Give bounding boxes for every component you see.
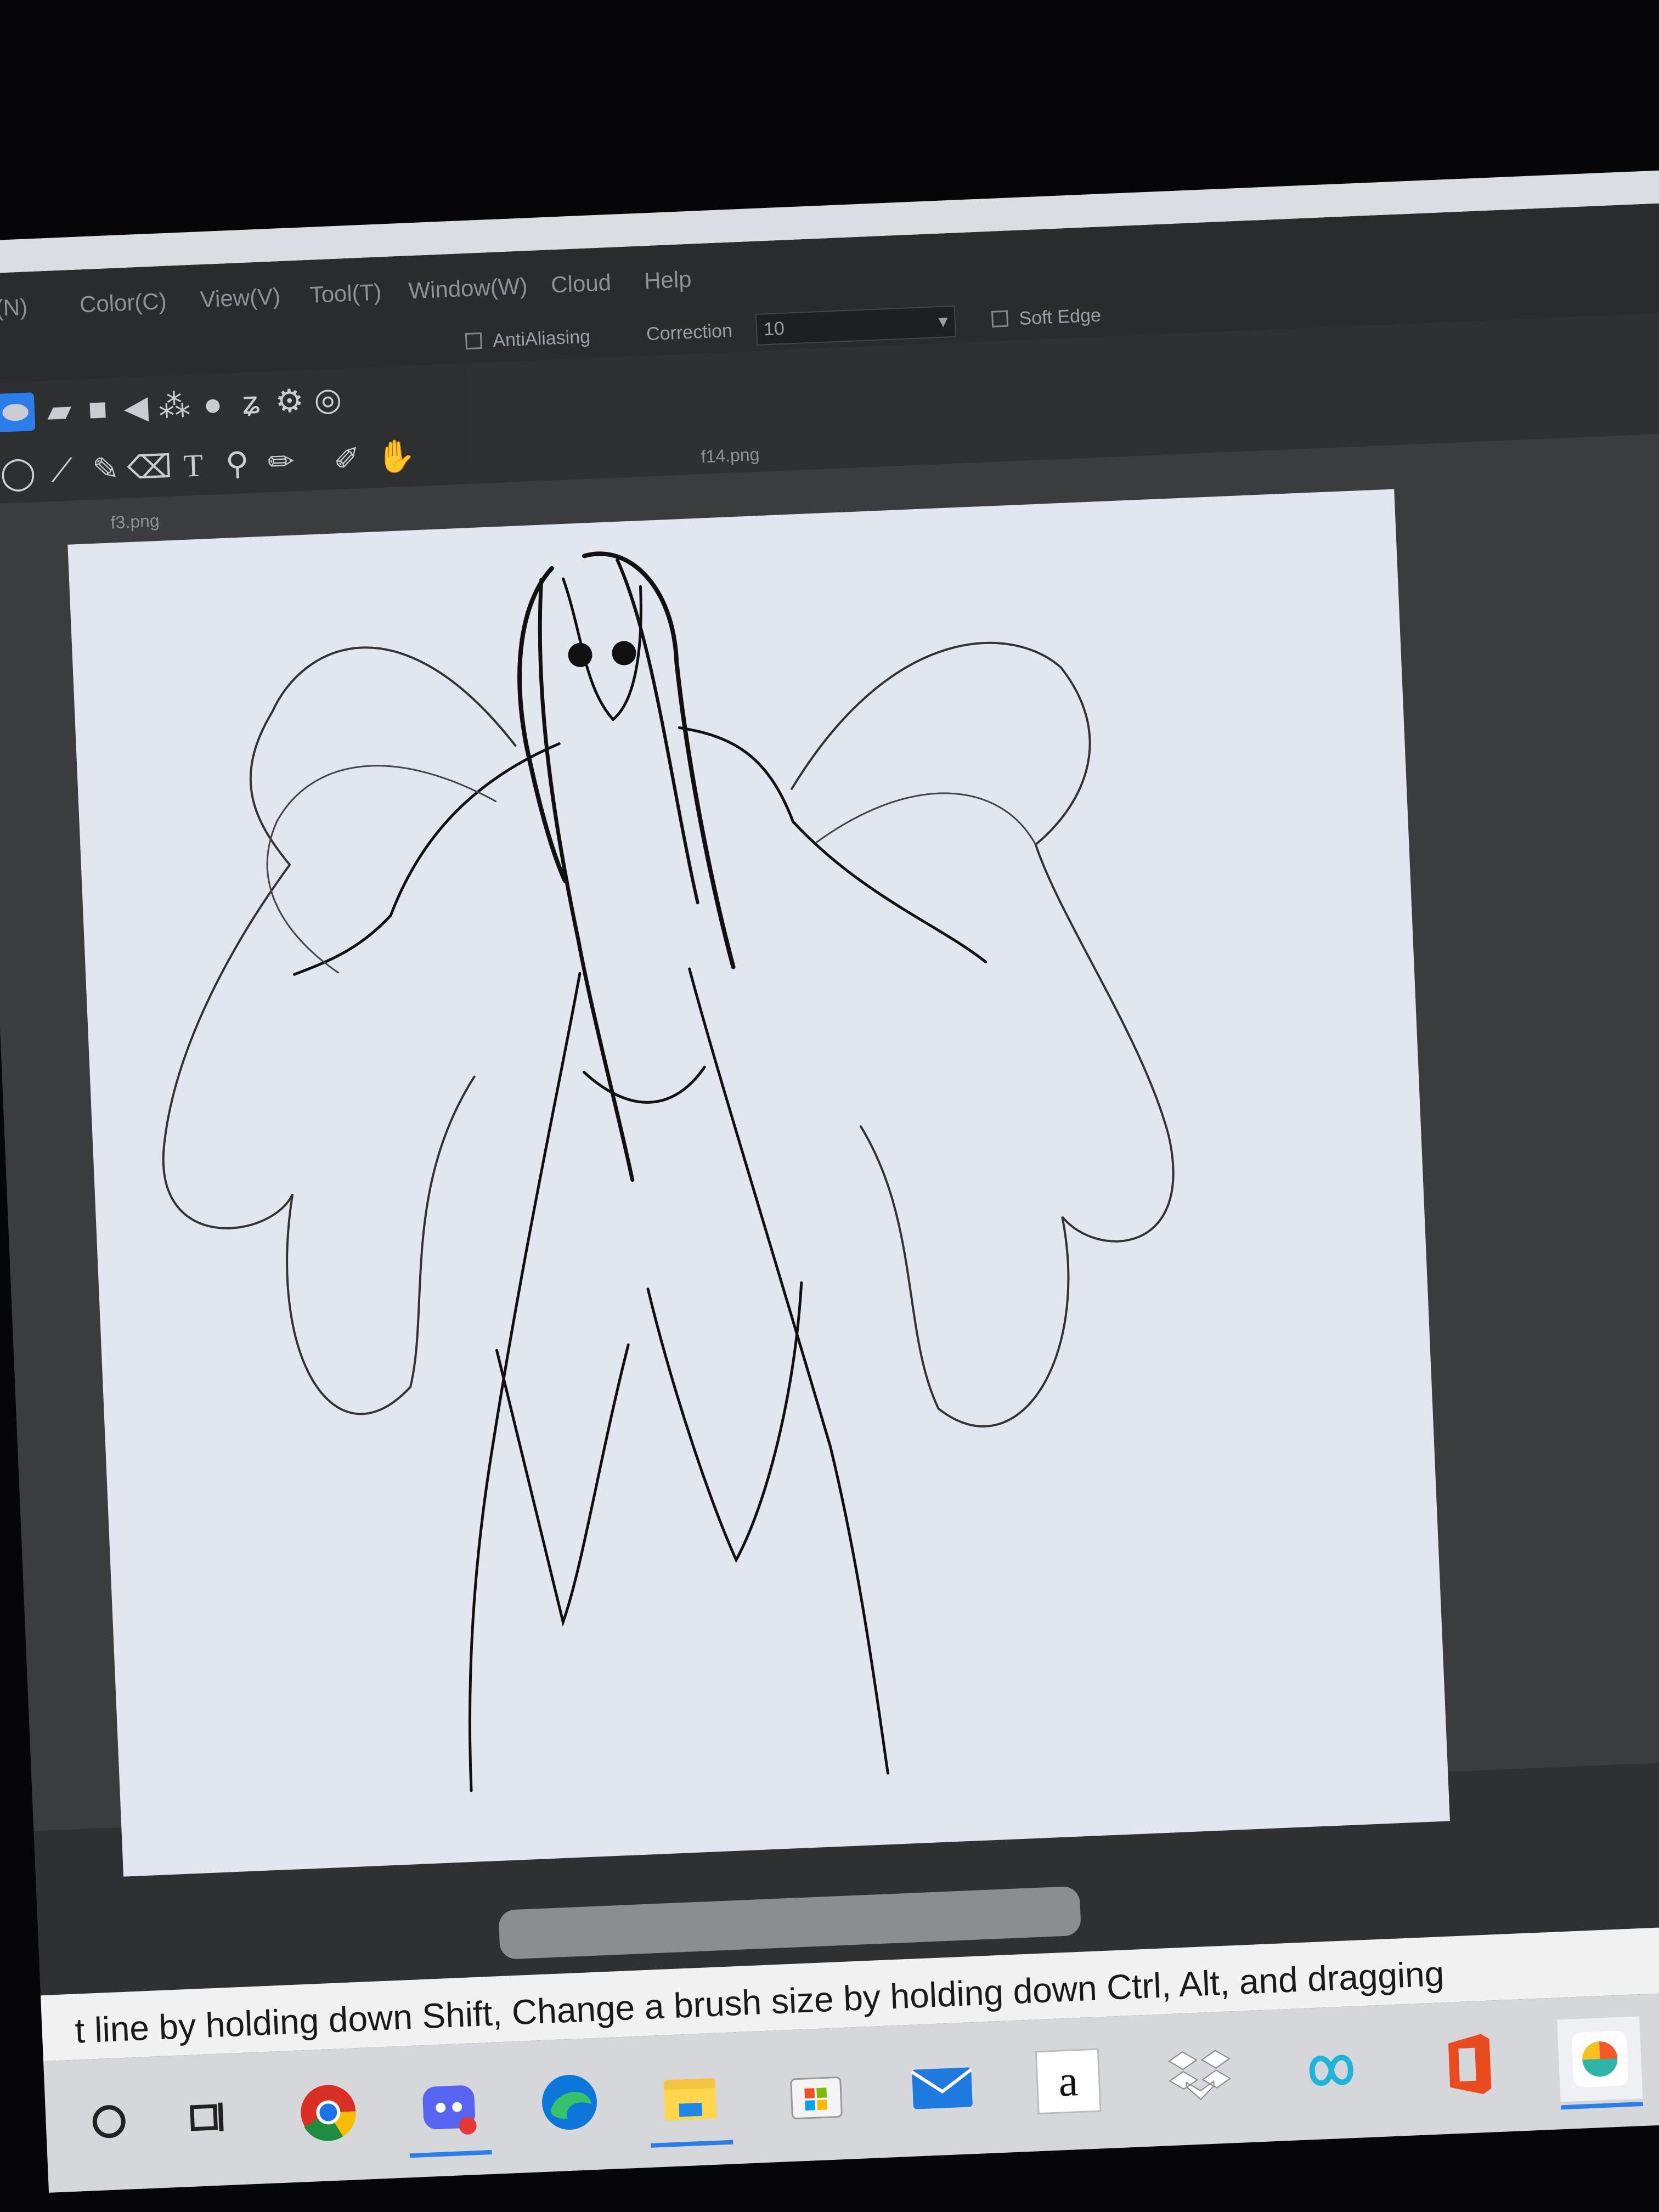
- correction-value: 10: [763, 318, 785, 340]
- menu-window[interactable]: Window(W): [408, 273, 528, 304]
- document-tab-other[interactable]: f3.png: [110, 511, 160, 533]
- brush-icon[interactable]: ✏: [261, 442, 301, 482]
- gradient-icon[interactable]: ◀: [116, 387, 156, 427]
- gear-icon[interactable]: ⚙: [269, 381, 309, 421]
- search-circle-icon[interactable]: [66, 2079, 152, 2164]
- text-tool-icon[interactable]: T: [173, 445, 213, 486]
- menu-help[interactable]: Help: [644, 266, 692, 295]
- office-icon[interactable]: [1425, 2022, 1511, 2107]
- infinity-app-icon[interactable]: [1289, 2028, 1374, 2113]
- discord-active-indicator: [409, 2149, 492, 2158]
- eraser-icon[interactable]: ⌫: [126, 447, 173, 487]
- antialiasing-checkbox[interactable]: [465, 332, 483, 350]
- dots-icon[interactable]: ⁂: [154, 386, 194, 426]
- pen-icon[interactable]: ✎: [86, 449, 126, 489]
- menu-tool[interactable]: Tool(T): [309, 279, 382, 308]
- select-tool-icon[interactable]: ⬬: [0, 392, 36, 433]
- ellipse-icon[interactable]: ◯: [0, 453, 38, 493]
- lasso-icon[interactable]: ʑ: [231, 382, 271, 422]
- eyedropper-icon[interactable]: ⟋: [42, 451, 82, 491]
- menu-view[interactable]: View(V): [200, 283, 281, 313]
- document-tab-active[interactable]: f14.png: [701, 444, 760, 467]
- monitor-screen: ge(N) Color(C) View(V) Tool(T) Window(W)…: [0, 167, 1659, 2193]
- blur-icon[interactable]: ●: [193, 384, 233, 424]
- menu-color[interactable]: Color(C): [79, 288, 167, 318]
- correction-label: Correction: [646, 320, 733, 345]
- layer-icon[interactable]: ▰: [40, 391, 80, 431]
- file-explorer-icon[interactable]: [647, 2055, 733, 2148]
- menu-image[interactable]: ge(N): [0, 294, 28, 323]
- menu-cloud[interactable]: Cloud: [550, 269, 612, 298]
- task-view-icon[interactable]: [165, 2075, 251, 2160]
- zoom-icon[interactable]: ⚲: [217, 443, 257, 483]
- explorer-active-indicator: [651, 2140, 733, 2148]
- soft-edge-label: Soft Edge: [1018, 304, 1102, 329]
- sketch-drawing: [162, 551, 1175, 1792]
- dropper-icon[interactable]: ✐: [327, 439, 367, 479]
- horizontal-scrollbar[interactable]: [498, 1886, 1082, 1960]
- amazon-icon[interactable]: a: [1025, 2039, 1111, 2124]
- dropbox-icon[interactable]: [1157, 2033, 1243, 2119]
- hand-icon[interactable]: ✋: [376, 437, 417, 477]
- chrome-icon[interactable]: [285, 2069, 371, 2155]
- medibang-icon[interactable]: [1557, 2016, 1644, 2110]
- correction-select[interactable]: 10 ▾: [755, 305, 956, 346]
- discord-icon[interactable]: [406, 2064, 492, 2158]
- mail-icon[interactable]: [899, 2044, 985, 2129]
- rect-fill-icon[interactable]: ■: [78, 389, 118, 429]
- circle-select-icon[interactable]: ◎: [308, 379, 348, 419]
- photo-of-monitor: ge(N) Color(C) View(V) Tool(T) Window(W)…: [0, 0, 1659, 2212]
- drawing-canvas[interactable]: [67, 489, 1450, 1877]
- antialiasing-label: AntiAliasing: [492, 326, 591, 352]
- edge-icon[interactable]: [527, 2059, 612, 2145]
- sketch-eyes: [568, 641, 636, 667]
- medibang-active-indicator: [1560, 2102, 1644, 2110]
- amazon-glyph: a: [1035, 2048, 1102, 2115]
- microsoft-store-icon[interactable]: [774, 2049, 859, 2135]
- chevron-down-icon: ▾: [938, 311, 949, 332]
- soft-edge-checkbox[interactable]: [991, 310, 1009, 328]
